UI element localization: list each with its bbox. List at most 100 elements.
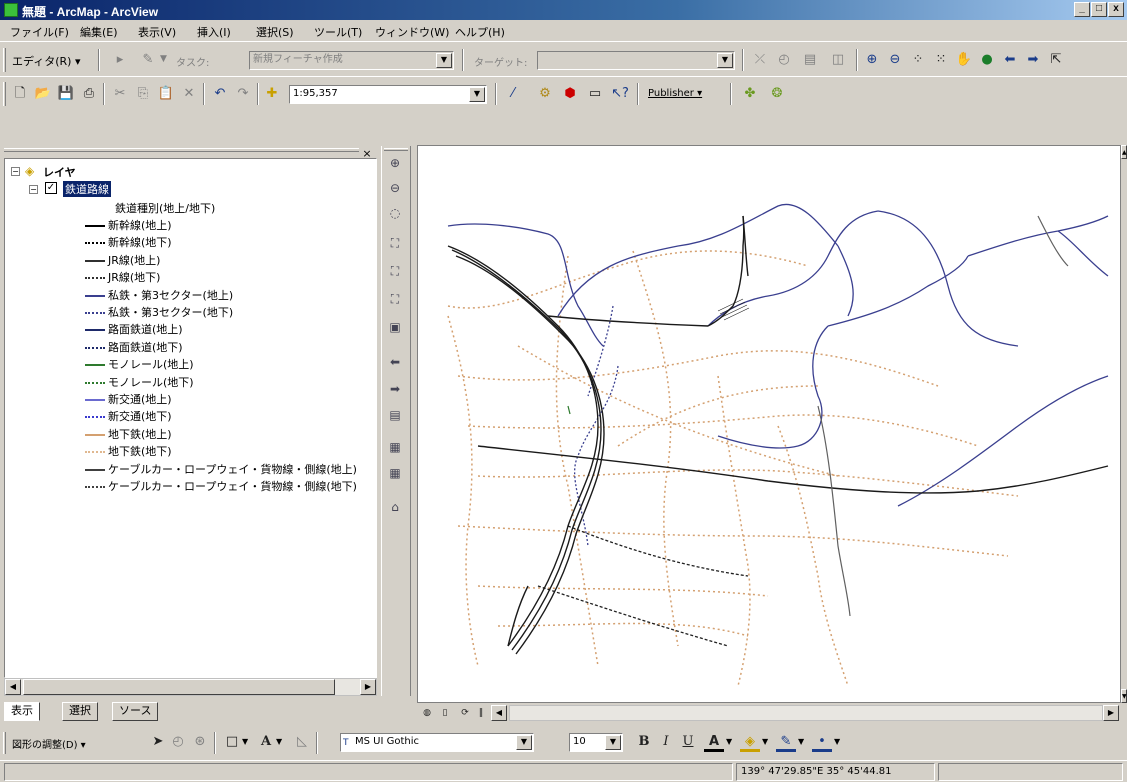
select-features-icon[interactable]: ⇱ bbox=[1046, 50, 1066, 70]
edit-vertices-icon[interactable]: ◺ bbox=[292, 732, 312, 752]
cut-icon[interactable]: ✂ bbox=[110, 84, 130, 104]
chevron-down-icon[interactable]: ▼ bbox=[834, 737, 840, 746]
minimize-button[interactable]: _ bbox=[1074, 2, 1090, 17]
chevron-down-icon[interactable]: ▼ bbox=[605, 735, 621, 750]
redo-icon[interactable]: ↷ bbox=[233, 84, 253, 104]
zoom-in-icon[interactable]: ⊕ bbox=[862, 50, 882, 70]
zoom-out-icon[interactable]: ⊖ bbox=[885, 50, 905, 70]
drawing-menu-button[interactable]: 図形の調整(D) ▾ bbox=[12, 736, 86, 751]
pan-icon[interactable]: ◌ bbox=[384, 202, 406, 224]
scroll-up-icon[interactable]: ▲ bbox=[1121, 145, 1127, 159]
paste-icon[interactable]: 📋 bbox=[156, 84, 176, 104]
zoom-to-selected-icon[interactable]: ⊛ bbox=[190, 732, 210, 752]
full-extent-globe-icon[interactable]: ● bbox=[977, 50, 997, 70]
layout-view-icon[interactable]: ▯ bbox=[437, 705, 453, 721]
fixed-zoom-in-icon[interactable]: ⛶ bbox=[384, 260, 406, 282]
legend-item[interactable]: 新幹線(地下) bbox=[85, 234, 172, 250]
fill-color-icon[interactable]: ◈ bbox=[740, 732, 760, 752]
scroll-right-icon[interactable]: ▶ bbox=[1103, 705, 1119, 721]
legend-item[interactable]: ケーブルカー・ロープウェイ・貨物線・側線(地下) bbox=[85, 478, 357, 494]
zoom-whole-page-icon[interactable]: ▣ bbox=[384, 316, 406, 338]
tab-selection[interactable]: 選択 bbox=[62, 702, 98, 721]
publisher-menu-button[interactable]: Publisher ▾ bbox=[648, 88, 702, 99]
full-extent-icon[interactable]: ⛶ bbox=[384, 232, 406, 254]
forward-arrow-icon[interactable]: ➡ bbox=[1023, 50, 1043, 70]
map-scale-dropdown[interactable]: 1:95,357 ▼ bbox=[289, 85, 487, 104]
new-document-icon[interactable]: 🗋 bbox=[10, 84, 30, 104]
pan-hand-icon[interactable]: ✋ bbox=[954, 50, 974, 70]
map-display[interactable] bbox=[417, 145, 1121, 703]
fixed-zoom-out-icon[interactable]: ⁙ bbox=[931, 50, 951, 70]
undo-icon[interactable]: ↶ bbox=[210, 84, 230, 104]
toc-horizontal-scrollbar[interactable]: ◀ ▶ bbox=[4, 678, 377, 696]
menu-help[interactable]: ヘルプ(H) bbox=[455, 24, 505, 40]
collapse-icon[interactable]: − bbox=[11, 167, 20, 176]
tab-display[interactable]: 表示 bbox=[4, 702, 40, 721]
change-layout-icon[interactable]: ▤ bbox=[384, 404, 406, 426]
line-color-icon[interactable]: ✎ bbox=[776, 732, 796, 752]
data-view-icon[interactable]: ◍ bbox=[419, 705, 435, 721]
toolbar-grip[interactable] bbox=[3, 732, 6, 754]
attributes-icon[interactable]: ▤ bbox=[800, 50, 820, 70]
arctoolbox-icon[interactable]: ⬢ bbox=[560, 84, 580, 104]
font-name-dropdown[interactable]: T MS UI Gothic ▼ bbox=[340, 733, 534, 752]
toolbar-grip[interactable] bbox=[3, 48, 6, 72]
chevron-down-icon[interactable]: ▼ bbox=[516, 735, 532, 750]
legend-item[interactable]: JR線(地下) bbox=[85, 269, 160, 285]
chevron-down-icon[interactable]: ▼ bbox=[798, 737, 804, 746]
editor-menu-button[interactable]: エディタ(R) ▾ bbox=[12, 53, 80, 69]
toc-grip[interactable] bbox=[4, 148, 359, 152]
maximize-button[interactable]: □ bbox=[1091, 2, 1107, 17]
page-setup-icon[interactable]: ▦ bbox=[384, 436, 406, 458]
back-arrow-icon[interactable]: ⬅ bbox=[1000, 50, 1020, 70]
scroll-left-icon[interactable]: ◀ bbox=[491, 705, 507, 721]
legend-item[interactable]: 新幹線(地上) bbox=[85, 217, 172, 233]
map-horizontal-scrollbar[interactable] bbox=[509, 705, 1103, 721]
menu-view[interactable]: 表示(V) bbox=[138, 24, 176, 40]
split-tool-icon[interactable]: ⤫ bbox=[750, 50, 770, 70]
layers-root-label[interactable]: レイヤ bbox=[43, 164, 76, 180]
close-button[interactable]: x bbox=[1108, 2, 1124, 17]
legend-item[interactable]: ケーブルカー・ロープウェイ・貨物線・側線(地上) bbox=[85, 461, 357, 477]
sketch-properties-icon[interactable]: ◫ bbox=[828, 50, 848, 70]
fixed-zoom-in-icon[interactable]: ⁘ bbox=[908, 50, 928, 70]
sketch-tool-icon[interactable]: ✎ bbox=[138, 50, 158, 70]
rotate-icon[interactable]: ◴ bbox=[168, 732, 188, 752]
legend-item[interactable]: 私鉄・第3セクター(地上) bbox=[85, 287, 233, 303]
chevron-down-icon[interactable]: ▼ bbox=[726, 737, 732, 746]
toolbar-grip[interactable] bbox=[3, 82, 6, 106]
pause-drawing-icon[interactable]: ‖ bbox=[473, 705, 489, 721]
legend-item[interactable]: モノレール(地上) bbox=[85, 356, 194, 372]
toggle-draft-mode-icon[interactable]: ⌂ bbox=[384, 496, 406, 518]
collapse-icon[interactable]: − bbox=[29, 185, 38, 194]
italic-button[interactable]: I bbox=[656, 732, 676, 752]
editor-toolbar-icon[interactable]: ⁄ bbox=[503, 84, 523, 104]
select-elements-icon[interactable]: ➤ bbox=[148, 732, 168, 752]
legend-item[interactable]: 新交通(地上) bbox=[85, 391, 172, 407]
font-size-dropdown[interactable]: 10 ▼ bbox=[569, 733, 623, 752]
next-extent-icon[interactable]: ➡ bbox=[384, 378, 406, 400]
legend-item[interactable]: 路面鉄道(地下) bbox=[85, 339, 183, 355]
zoom-out-icon[interactable]: ⊖ bbox=[384, 177, 406, 199]
rectangle-icon[interactable]: □ bbox=[222, 732, 242, 752]
chevron-down-icon[interactable]: ▼ bbox=[276, 737, 282, 746]
copy-icon[interactable]: ⎘ bbox=[133, 84, 153, 104]
edit-tool-icon[interactable]: ▸ bbox=[110, 50, 130, 70]
chevron-down-icon[interactable]: ▼ bbox=[242, 737, 248, 746]
scroll-thumb[interactable] bbox=[23, 679, 335, 695]
publisher-map-icon[interactable]: ❂ bbox=[767, 84, 787, 104]
scroll-right-icon[interactable]: ▶ bbox=[360, 679, 376, 695]
chevron-down-icon[interactable]: ▼ bbox=[717, 53, 733, 68]
menu-window[interactable]: ウィンドウ(W) bbox=[375, 24, 449, 40]
tab-source[interactable]: ソース bbox=[112, 702, 159, 721]
toolbar-grip[interactable] bbox=[384, 148, 408, 151]
print-icon[interactable]: ⎙ bbox=[79, 84, 99, 104]
layer-name[interactable]: 鉄道路線 bbox=[63, 181, 111, 197]
legend-item[interactable]: 地下鉄(地上) bbox=[85, 426, 172, 442]
rotate-tool-icon[interactable]: ◴ bbox=[774, 50, 794, 70]
menu-insert[interactable]: 挿入(I) bbox=[197, 24, 231, 40]
chevron-down-icon[interactable]: ▼ bbox=[469, 87, 485, 102]
legend-item[interactable]: 新交通(地下) bbox=[85, 408, 172, 424]
layer-visibility-checkbox[interactable]: ✓ bbox=[45, 182, 57, 194]
delete-icon[interactable]: ✕ bbox=[179, 84, 199, 104]
